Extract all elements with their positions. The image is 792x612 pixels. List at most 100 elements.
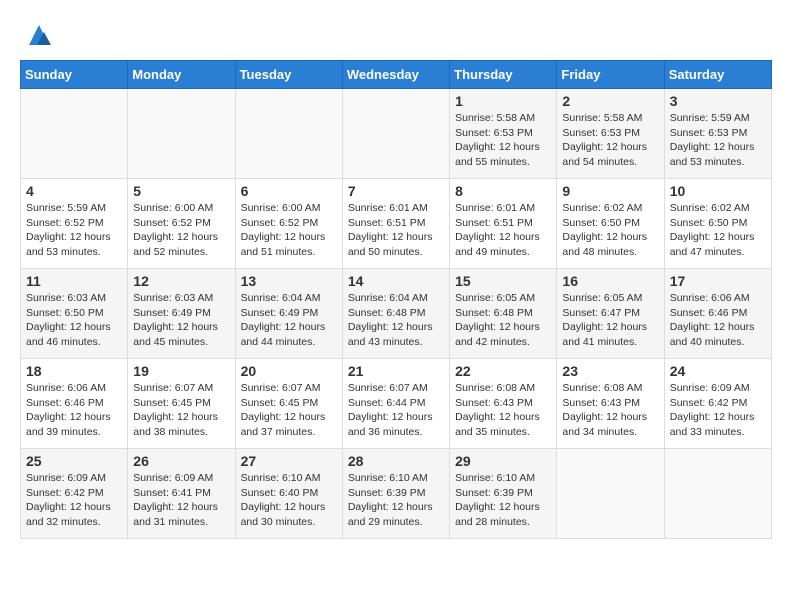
day-info: Sunrise: 6:10 AM Sunset: 6:39 PM Dayligh… — [348, 471, 444, 530]
day-number: 4 — [26, 183, 122, 199]
calendar-day-cell: 21 Sunrise: 6:07 AM Sunset: 6:44 PM Dayli… — [342, 359, 449, 449]
day-number: 18 — [26, 363, 122, 379]
day-info: Sunrise: 6:06 AM Sunset: 6:46 PM Dayligh… — [26, 381, 122, 440]
weekday-header: Monday — [128, 61, 235, 89]
calendar-day-cell: 27 Sunrise: 6:10 AM Sunset: 6:40 PM Dayli… — [235, 449, 342, 539]
calendar-day-cell — [21, 89, 128, 179]
calendar-week-row: 4 Sunrise: 5:59 AM Sunset: 6:52 PM Daylig… — [21, 179, 772, 269]
weekday-header: Sunday — [21, 61, 128, 89]
calendar-day-cell: 11 Sunrise: 6:03 AM Sunset: 6:50 PM Dayli… — [21, 269, 128, 359]
calendar-day-cell: 20 Sunrise: 6:07 AM Sunset: 6:45 PM Dayli… — [235, 359, 342, 449]
day-number: 24 — [670, 363, 766, 379]
day-number: 21 — [348, 363, 444, 379]
day-info: Sunrise: 5:58 AM Sunset: 6:53 PM Dayligh… — [455, 111, 551, 170]
day-number: 26 — [133, 453, 229, 469]
calendar-day-cell: 1 Sunrise: 5:58 AM Sunset: 6:53 PM Daylig… — [450, 89, 557, 179]
day-number: 6 — [241, 183, 337, 199]
day-info: Sunrise: 6:09 AM Sunset: 6:42 PM Dayligh… — [26, 471, 122, 530]
day-number: 16 — [562, 273, 658, 289]
weekday-header: Wednesday — [342, 61, 449, 89]
day-number: 25 — [26, 453, 122, 469]
calendar-day-cell: 17 Sunrise: 6:06 AM Sunset: 6:46 PM Dayli… — [664, 269, 771, 359]
calendar-day-cell: 28 Sunrise: 6:10 AM Sunset: 6:39 PM Dayli… — [342, 449, 449, 539]
calendar-day-cell: 2 Sunrise: 5:58 AM Sunset: 6:53 PM Daylig… — [557, 89, 664, 179]
day-info: Sunrise: 6:10 AM Sunset: 6:39 PM Dayligh… — [455, 471, 551, 530]
page-header — [20, 20, 772, 50]
day-number: 15 — [455, 273, 551, 289]
day-info: Sunrise: 6:07 AM Sunset: 6:44 PM Dayligh… — [348, 381, 444, 440]
day-number: 2 — [562, 93, 658, 109]
calendar-day-cell — [235, 89, 342, 179]
day-info: Sunrise: 6:03 AM Sunset: 6:49 PM Dayligh… — [133, 291, 229, 350]
day-info: Sunrise: 6:06 AM Sunset: 6:46 PM Dayligh… — [670, 291, 766, 350]
calendar-day-cell: 8 Sunrise: 6:01 AM Sunset: 6:51 PM Daylig… — [450, 179, 557, 269]
calendar-day-cell: 5 Sunrise: 6:00 AM Sunset: 6:52 PM Daylig… — [128, 179, 235, 269]
day-info: Sunrise: 6:04 AM Sunset: 6:49 PM Dayligh… — [241, 291, 337, 350]
calendar-week-row: 11 Sunrise: 6:03 AM Sunset: 6:50 PM Dayli… — [21, 269, 772, 359]
calendar-day-cell: 13 Sunrise: 6:04 AM Sunset: 6:49 PM Dayli… — [235, 269, 342, 359]
calendar-day-cell: 29 Sunrise: 6:10 AM Sunset: 6:39 PM Dayli… — [450, 449, 557, 539]
calendar-day-cell: 16 Sunrise: 6:05 AM Sunset: 6:47 PM Dayli… — [557, 269, 664, 359]
day-info: Sunrise: 6:10 AM Sunset: 6:40 PM Dayligh… — [241, 471, 337, 530]
weekday-header: Friday — [557, 61, 664, 89]
day-number: 1 — [455, 93, 551, 109]
day-number: 8 — [455, 183, 551, 199]
calendar-day-cell: 25 Sunrise: 6:09 AM Sunset: 6:42 PM Dayli… — [21, 449, 128, 539]
day-number: 5 — [133, 183, 229, 199]
day-info: Sunrise: 5:59 AM Sunset: 6:52 PM Dayligh… — [26, 201, 122, 260]
calendar-day-cell: 3Sunrise: 5:59 AM Sunset: 6:53 PM Daylig… — [664, 89, 771, 179]
day-number: 27 — [241, 453, 337, 469]
weekday-header: Thursday — [450, 61, 557, 89]
day-info: Sunrise: 6:08 AM Sunset: 6:43 PM Dayligh… — [562, 381, 658, 440]
calendar-week-row: 18 Sunrise: 6:06 AM Sunset: 6:46 PM Dayli… — [21, 359, 772, 449]
day-info: Sunrise: 6:03 AM Sunset: 6:50 PM Dayligh… — [26, 291, 122, 350]
day-info: Sunrise: 6:09 AM Sunset: 6:41 PM Dayligh… — [133, 471, 229, 530]
day-number: 13 — [241, 273, 337, 289]
day-number: 3 — [670, 93, 766, 109]
day-info: Sunrise: 6:02 AM Sunset: 6:50 PM Dayligh… — [562, 201, 658, 260]
calendar-day-cell: 7Sunrise: 6:01 AM Sunset: 6:51 PM Daylig… — [342, 179, 449, 269]
calendar-day-cell: 12 Sunrise: 6:03 AM Sunset: 6:49 PM Dayli… — [128, 269, 235, 359]
day-info: Sunrise: 6:09 AM Sunset: 6:42 PM Dayligh… — [670, 381, 766, 440]
calendar-day-cell: 22 Sunrise: 6:08 AM Sunset: 6:43 PM Dayli… — [450, 359, 557, 449]
weekday-header: Tuesday — [235, 61, 342, 89]
calendar-day-cell: 18 Sunrise: 6:06 AM Sunset: 6:46 PM Dayli… — [21, 359, 128, 449]
calendar-day-cell: 14 Sunrise: 6:04 AM Sunset: 6:48 PM Dayli… — [342, 269, 449, 359]
calendar-day-cell — [664, 449, 771, 539]
day-number: 7 — [348, 183, 444, 199]
day-info: Sunrise: 6:07 AM Sunset: 6:45 PM Dayligh… — [133, 381, 229, 440]
day-info: Sunrise: 6:00 AM Sunset: 6:52 PM Dayligh… — [133, 201, 229, 260]
day-number: 23 — [562, 363, 658, 379]
day-number: 29 — [455, 453, 551, 469]
day-info: Sunrise: 6:07 AM Sunset: 6:45 PM Dayligh… — [241, 381, 337, 440]
day-info: Sunrise: 6:02 AM Sunset: 6:50 PM Dayligh… — [670, 201, 766, 260]
day-number: 12 — [133, 273, 229, 289]
day-number: 22 — [455, 363, 551, 379]
day-info: Sunrise: 6:01 AM Sunset: 6:51 PM Dayligh… — [455, 201, 551, 260]
day-info: Sunrise: 5:58 AM Sunset: 6:53 PM Dayligh… — [562, 111, 658, 170]
calendar-day-cell: 23 Sunrise: 6:08 AM Sunset: 6:43 PM Dayli… — [557, 359, 664, 449]
day-number: 17 — [670, 273, 766, 289]
calendar-day-cell: 26 Sunrise: 6:09 AM Sunset: 6:41 PM Dayli… — [128, 449, 235, 539]
calendar-week-row: 1 Sunrise: 5:58 AM Sunset: 6:53 PM Daylig… — [21, 89, 772, 179]
calendar-table: SundayMondayTuesdayWednesdayThursdayFrid… — [20, 60, 772, 539]
day-number: 9 — [562, 183, 658, 199]
day-number: 11 — [26, 273, 122, 289]
day-info: Sunrise: 6:05 AM Sunset: 6:48 PM Dayligh… — [455, 291, 551, 350]
day-number: 20 — [241, 363, 337, 379]
day-info: Sunrise: 6:08 AM Sunset: 6:43 PM Dayligh… — [455, 381, 551, 440]
logo-icon — [24, 20, 54, 50]
day-number: 28 — [348, 453, 444, 469]
calendar-day-cell: 10 Sunrise: 6:02 AM Sunset: 6:50 PM Dayli… — [664, 179, 771, 269]
calendar-day-cell: 6 Sunrise: 6:00 AM Sunset: 6:52 PM Daylig… — [235, 179, 342, 269]
calendar-week-row: 25 Sunrise: 6:09 AM Sunset: 6:42 PM Dayli… — [21, 449, 772, 539]
calendar-day-cell — [128, 89, 235, 179]
calendar-day-cell: 9 Sunrise: 6:02 AM Sunset: 6:50 PM Daylig… — [557, 179, 664, 269]
day-info: Sunrise: 6:05 AM Sunset: 6:47 PM Dayligh… — [562, 291, 658, 350]
day-number: 14 — [348, 273, 444, 289]
day-info: Sunrise: 6:00 AM Sunset: 6:52 PM Dayligh… — [241, 201, 337, 260]
day-number: 10 — [670, 183, 766, 199]
weekday-header: Saturday — [664, 61, 771, 89]
day-info: Sunrise: 6:04 AM Sunset: 6:48 PM Dayligh… — [348, 291, 444, 350]
day-number: 19 — [133, 363, 229, 379]
